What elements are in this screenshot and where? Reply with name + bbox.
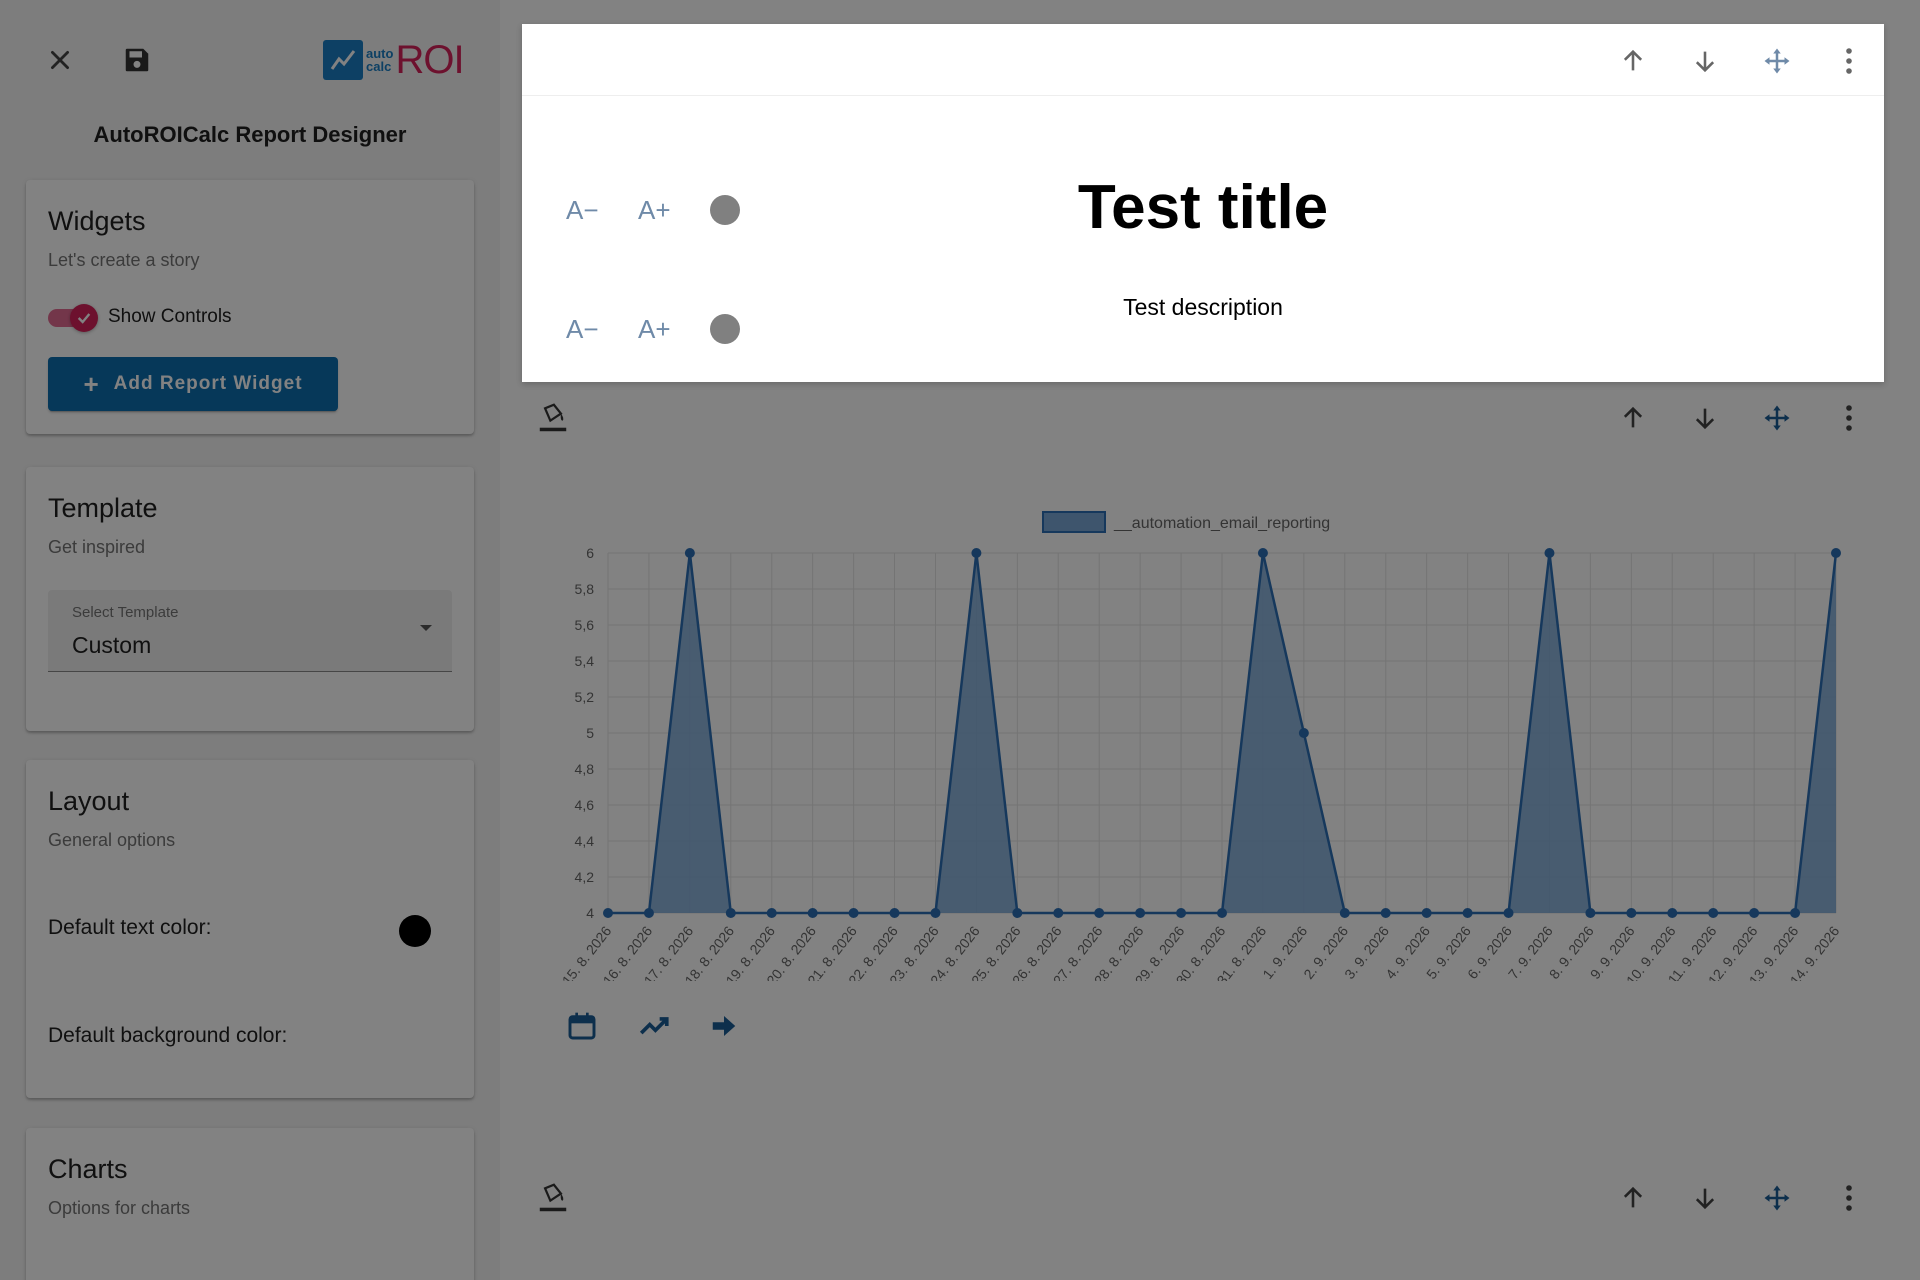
charts-card: Charts Options for charts	[26, 1128, 474, 1280]
data-point	[1503, 908, 1514, 918]
app-logo: auto calc ROI	[323, 38, 475, 82]
trending-icon[interactable]	[636, 1008, 672, 1044]
data-point	[848, 908, 859, 918]
calendar-icon[interactable]	[564, 1008, 600, 1044]
default-bg-color-label: Default background color:	[48, 1024, 288, 1047]
data-point	[1339, 908, 1350, 918]
arrow-forward-icon[interactable]	[706, 1008, 742, 1044]
data-point	[971, 548, 982, 558]
show-controls-toggle[interactable]	[48, 304, 104, 332]
y-tick-label: 5,4	[575, 653, 595, 669]
logo-small-text: auto calc	[366, 47, 393, 73]
data-point	[1298, 728, 1309, 738]
check-icon	[70, 304, 98, 332]
logo-calc: calc	[366, 59, 392, 74]
y-tick-label: 5,8	[575, 581, 595, 597]
chart-widget: 4 4,2 4,4 4,6 4,8 5 5,2 5,4 5,6 5,8 6 __automation_…	[522, 381, 1884, 1161]
close-icon[interactable]	[40, 40, 80, 80]
data-point	[1094, 908, 1105, 918]
data-point	[1749, 908, 1760, 918]
data-point	[1462, 908, 1473, 918]
layout-card-subtitle: General options	[48, 830, 176, 850]
legend-swatch	[1042, 511, 1106, 533]
data-point	[1585, 908, 1596, 918]
move-icon[interactable]	[1762, 1183, 1792, 1213]
data-point	[725, 908, 736, 918]
data-point	[1176, 908, 1187, 918]
data-point	[766, 908, 777, 918]
data-point	[889, 908, 900, 918]
data-point	[807, 908, 818, 918]
show-controls-label: Show Controls	[108, 306, 232, 327]
text-color-swatch[interactable]	[399, 915, 431, 947]
area-chart: 4 4,2 4,4 4,6 4,8 5 5,2 5,4 5,6 5,8 6 __automation_…	[559, 511, 1842, 981]
logo-chart-icon	[323, 40, 363, 80]
y-tick-label: 4,6	[575, 797, 595, 813]
data-point	[1012, 908, 1023, 918]
data-point	[1790, 908, 1801, 918]
legend-label: __automation_email_reporting	[1113, 515, 1330, 532]
sidebar: auto calc ROI AutoROICalc Report Designe…	[0, 0, 500, 1280]
report-description[interactable]: Test description	[522, 294, 1884, 321]
select-template-value: Custom	[72, 632, 152, 658]
y-tick-label: 5,6	[575, 617, 595, 633]
layout-card: Layout General options Default text colo…	[26, 760, 474, 1098]
more-vert-icon[interactable]	[1834, 46, 1864, 76]
chart-widget-2	[522, 1161, 1884, 1280]
data-point	[930, 908, 941, 918]
template-card-title: Template	[48, 493, 158, 523]
arrow-down-icon[interactable]	[1690, 1183, 1720, 1213]
select-template-label: Select Template	[72, 604, 179, 621]
select-template-dropdown[interactable]: Select Template Custom	[48, 590, 452, 672]
arrow-up-icon[interactable]	[1618, 1183, 1648, 1213]
default-text-color-label: Default text color:	[48, 916, 212, 939]
save-icon[interactable]	[117, 40, 157, 80]
widgets-card: Widgets Let's create a story Show Contro…	[26, 180, 474, 434]
chart-widget-2-toolbar	[522, 1161, 1884, 1233]
move-icon[interactable]	[1762, 46, 1792, 76]
arrow-up-icon[interactable]	[1618, 46, 1648, 76]
data-point	[1380, 908, 1391, 918]
data-point	[1053, 908, 1064, 918]
widgets-card-title: Widgets	[48, 206, 146, 236]
layout-card-title: Layout	[48, 786, 130, 816]
y-tick-label: 4,8	[575, 761, 595, 777]
arrow-down-icon[interactable]	[1690, 46, 1720, 76]
more-vert-icon[interactable]	[1834, 1183, 1864, 1213]
y-tick-label: 5	[586, 725, 594, 741]
title-widget-toolbar	[522, 24, 1884, 96]
data-point	[1217, 908, 1227, 918]
y-tick-label: 4	[586, 905, 594, 921]
template-card: Template Get inspired Select Template Cu…	[26, 467, 474, 731]
report-title[interactable]: Test title	[522, 172, 1884, 243]
logo-roi: ROI	[395, 37, 464, 82]
data-point	[1421, 908, 1432, 918]
y-tick-label: 4,4	[575, 833, 595, 849]
data-point	[1135, 908, 1146, 918]
dropdown-arrow-icon	[420, 625, 432, 631]
sidebar-topbar: auto calc ROI	[0, 0, 500, 100]
data-point	[1667, 908, 1678, 918]
add-report-widget-label: Add Report Widget	[113, 373, 303, 394]
charts-card-title: Charts	[48, 1154, 128, 1184]
y-tick-label: 4,2	[575, 869, 595, 885]
data-point	[1544, 548, 1555, 558]
paint-bucket-icon[interactable]	[538, 1183, 568, 1213]
data-point	[1708, 908, 1719, 918]
data-point	[1831, 548, 1841, 558]
charts-card-subtitle: Options for charts	[48, 1198, 191, 1218]
data-point	[684, 548, 695, 558]
data-point	[1257, 548, 1268, 558]
data-point	[1626, 908, 1637, 918]
title-widget: A− A+ Test title A− A+ Test description	[522, 24, 1884, 382]
data-point	[603, 908, 613, 918]
add-report-widget-button[interactable]: + Add Report Widget	[48, 357, 338, 411]
data-point	[643, 908, 654, 918]
template-card-subtitle: Get inspired	[48, 537, 146, 557]
y-tick-label: 6	[586, 545, 594, 561]
y-tick-label: 5,2	[575, 689, 595, 705]
plus-icon: +	[83, 368, 100, 399]
widgets-card-subtitle: Let's create a story	[48, 250, 200, 270]
app-title: AutoROICalc Report Designer	[93, 122, 407, 147]
